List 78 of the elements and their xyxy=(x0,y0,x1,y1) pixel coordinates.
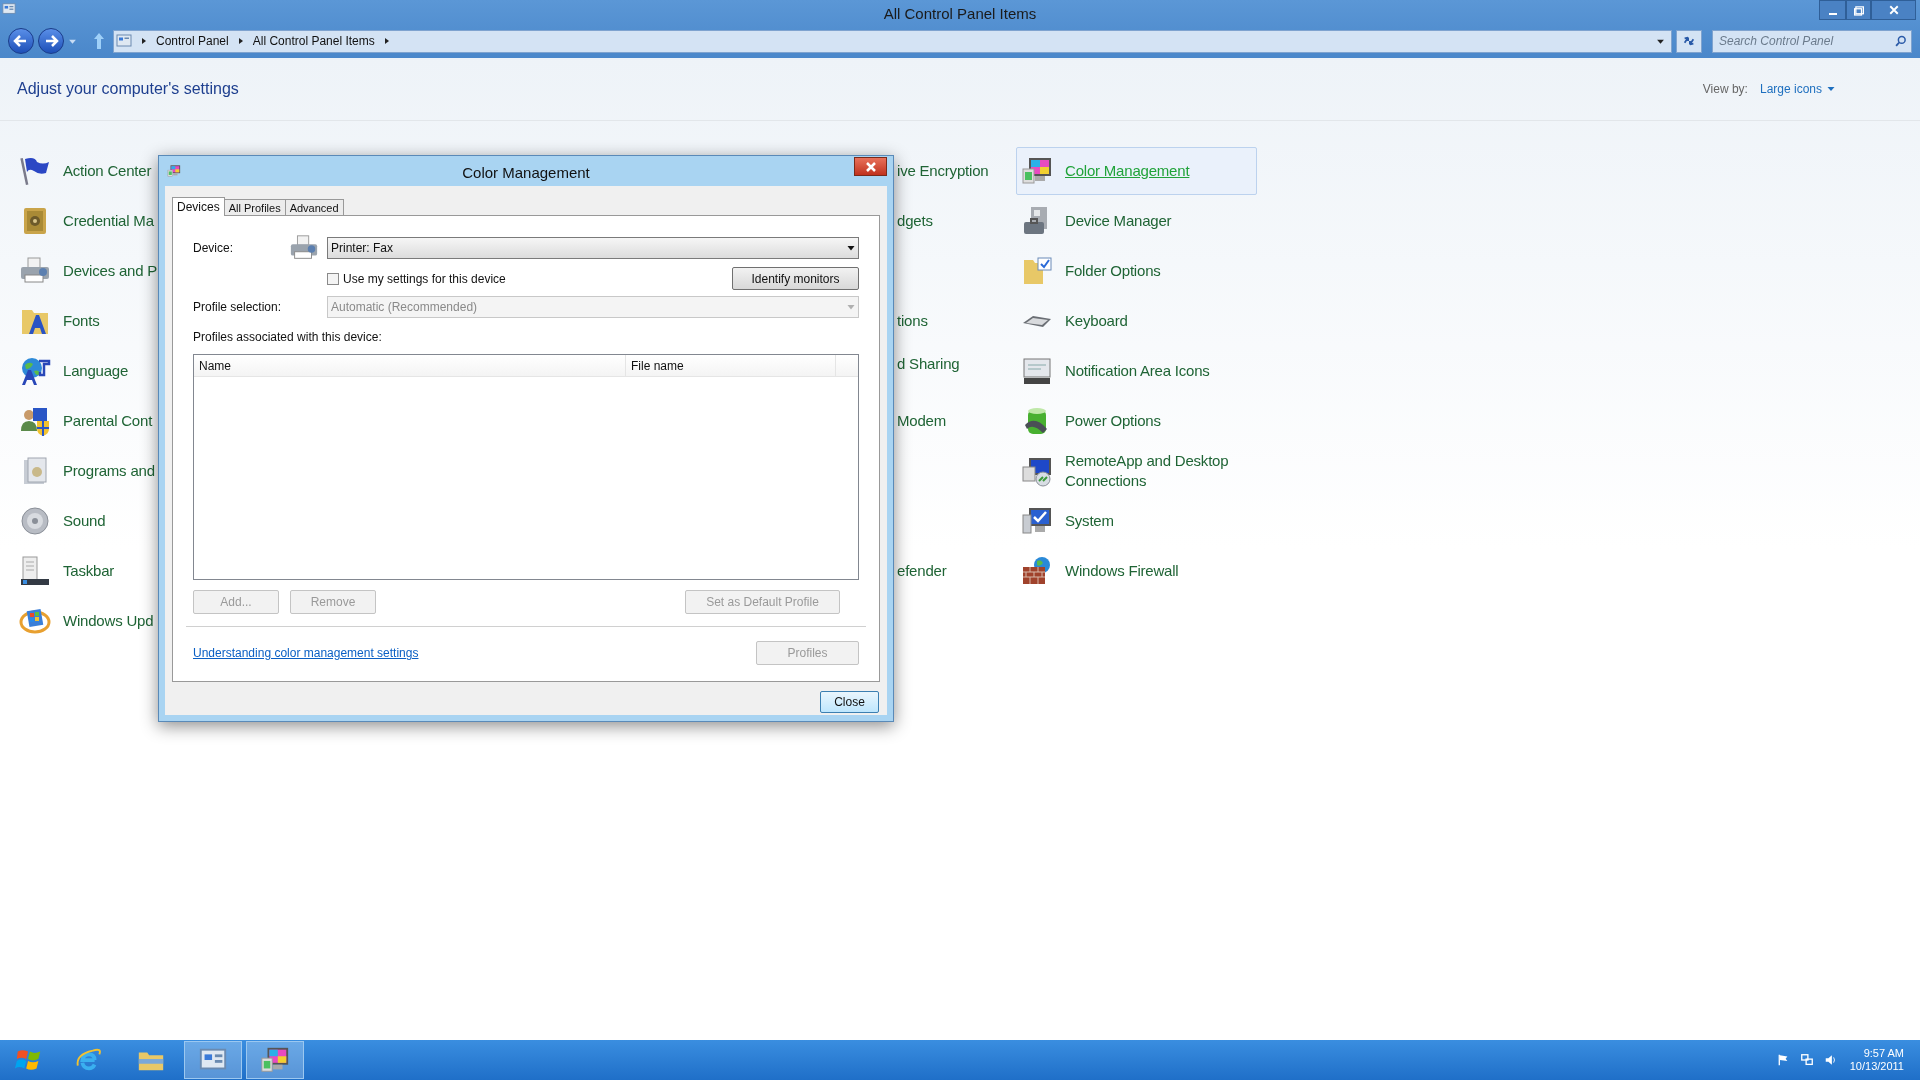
close-icon xyxy=(864,160,877,173)
clock[interactable]: 9:57 AM 10/13/2011 xyxy=(1849,1047,1904,1073)
forward-button[interactable] xyxy=(38,28,64,54)
system-icon xyxy=(1021,505,1053,537)
control-panel-item[interactable]: Folder Options xyxy=(1016,247,1166,295)
device-dropdown[interactable]: Printer: Fax xyxy=(327,236,859,259)
breadcrumb-arrow-icon xyxy=(236,37,245,45)
minimize-button[interactable] xyxy=(1819,0,1846,20)
tab[interactable]: Devices xyxy=(172,197,225,216)
firewall-icon xyxy=(1021,555,1053,587)
breadcrumb-link[interactable]: Control Panel xyxy=(156,32,229,50)
control-panel-item[interactable]: Windows Upd xyxy=(14,597,159,645)
control-panel-item[interactable]: Sound xyxy=(14,497,111,545)
folder-icon xyxy=(1021,255,1053,287)
remote-desktop-icon xyxy=(1021,455,1053,487)
page-heading: Adjust your computer's settings xyxy=(17,79,239,99)
caret-icon xyxy=(847,243,855,252)
profile-selection-label: Profile selection: xyxy=(193,299,283,316)
caret-icon xyxy=(847,303,855,311)
breadcrumb-arrow-icon xyxy=(382,37,391,45)
window-title: All Control Panel Items xyxy=(883,4,1037,24)
caret-icon xyxy=(1827,85,1835,93)
flag-icon xyxy=(19,155,51,187)
taskbar-icon xyxy=(19,555,51,587)
restore-button[interactable] xyxy=(1846,0,1871,20)
view-by-label: View by: xyxy=(1702,81,1748,98)
help-link[interactable]: Understanding color management settings xyxy=(193,644,419,662)
control-panel-item[interactable]: Taskbar xyxy=(14,547,120,595)
settings-checkbox[interactable]: Use my settings for this device xyxy=(327,269,506,288)
control-panel-item[interactable]: Language xyxy=(14,347,134,395)
color-management-button[interactable] xyxy=(246,1041,304,1079)
profiles-list[interactable]: Name File name xyxy=(193,354,859,580)
color-monitor-icon xyxy=(260,1045,290,1075)
control-panel-item[interactable]: Fonts xyxy=(14,297,105,345)
identify-monitors-button[interactable]: Identify monitors xyxy=(732,267,859,290)
tray-icon xyxy=(1021,355,1053,387)
minimize-icon xyxy=(1828,13,1837,15)
close-button[interactable] xyxy=(854,157,887,176)
dialog-title: Color Management xyxy=(462,163,590,183)
address-bar[interactable]: Control Panel All Control Panel Items xyxy=(113,29,1672,53)
arrow-icon xyxy=(13,33,29,49)
control-panel-item[interactable]: Parental Cont xyxy=(14,397,158,445)
control-panel-icon xyxy=(2,2,16,16)
control-panel-item[interactable]: RemoteApp and Desktop Connections xyxy=(1016,447,1240,495)
control-panel-item[interactable]: Notification Area Icons xyxy=(1016,347,1215,395)
control-panel-item[interactable]: System xyxy=(1016,497,1119,545)
people-icon xyxy=(19,405,51,437)
control-panel-item[interactable]: Action Center xyxy=(14,147,157,195)
control-panel-item[interactable]: Credential Ma xyxy=(14,197,159,245)
control-panel-item[interactable]: Windows Firewall xyxy=(1016,547,1184,595)
refresh-icon xyxy=(1682,34,1696,48)
control-panel-item[interactable]: Device Manager xyxy=(1016,197,1177,245)
breadcrumb-link[interactable]: All Control Panel Items xyxy=(252,32,375,50)
control-panel-item[interactable]: Power Options xyxy=(1016,397,1166,445)
back-button[interactable] xyxy=(8,28,34,54)
control-panel-item[interactable]: Keyboard xyxy=(1016,297,1133,345)
column-header[interactable]: File name xyxy=(626,355,836,376)
column-header[interactable]: Name xyxy=(194,355,626,376)
control-panel-button[interactable] xyxy=(184,1041,242,1079)
close-button[interactable] xyxy=(1871,0,1916,20)
search-field[interactable]: Search Control Panel xyxy=(1712,29,1912,53)
color-monitor-icon xyxy=(1021,155,1053,187)
control-panel-icon xyxy=(116,33,132,49)
control-panel-item[interactable]: Devices and P xyxy=(14,247,163,295)
device-label: Device: xyxy=(193,239,234,257)
control-panel-item[interactable]: Programs and xyxy=(14,447,160,495)
color-monitor-icon xyxy=(167,164,181,178)
volume-icon xyxy=(1823,1053,1838,1067)
up-arrow-icon xyxy=(93,32,105,50)
globe-icon xyxy=(19,355,51,387)
breadcrumb-arrow-icon xyxy=(140,37,148,45)
refresh-button[interactable] xyxy=(1676,29,1702,53)
arrow-icon xyxy=(43,33,59,49)
profiles-label: Profiles associated with this device: xyxy=(193,329,382,346)
view-by-dropdown[interactable]: Large icons xyxy=(1759,80,1835,98)
close-dialog-button[interactable]: Close xyxy=(820,691,879,713)
speaker-icon xyxy=(19,505,51,537)
network-icon xyxy=(1799,1053,1814,1067)
